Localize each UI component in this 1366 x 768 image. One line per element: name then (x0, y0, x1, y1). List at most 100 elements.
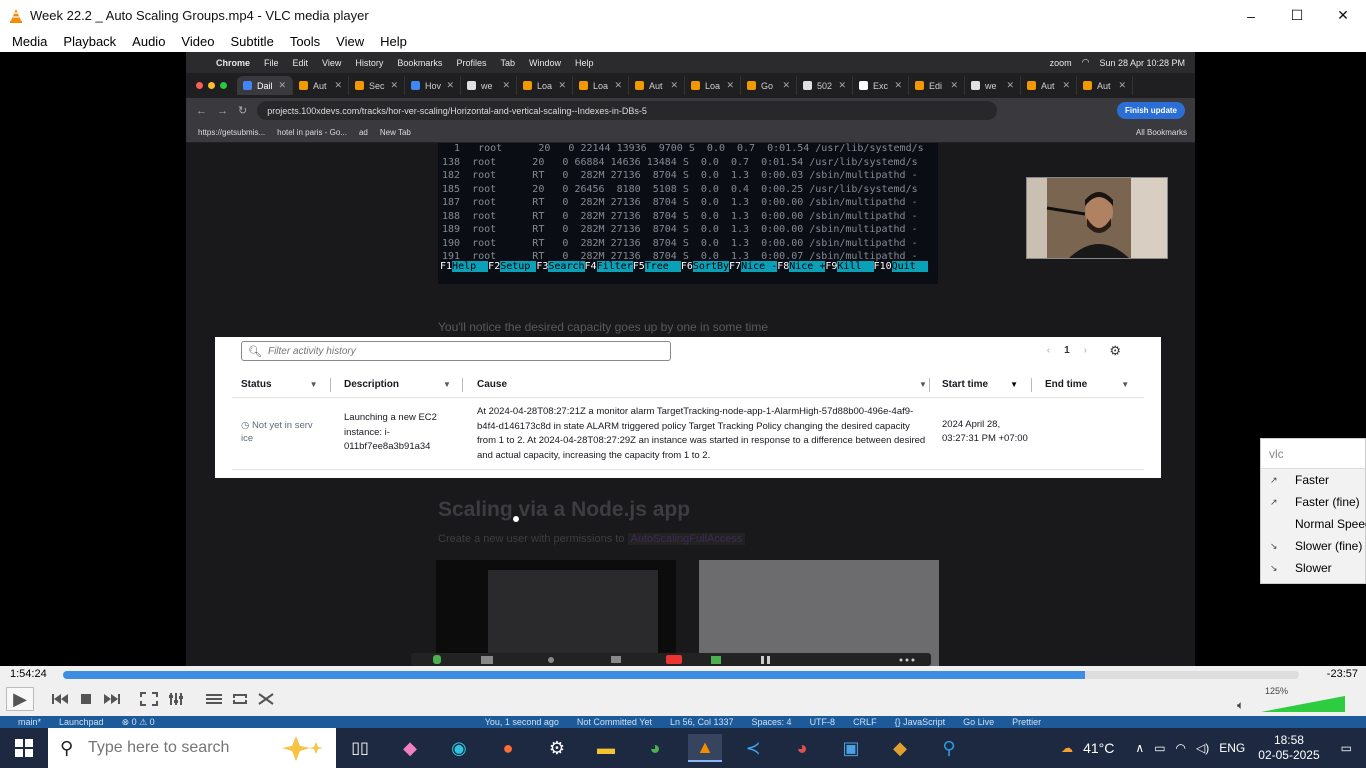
chrome-profile-icon[interactable]: ◕ (787, 734, 817, 762)
file-explorer-icon[interactable]: ▬ (591, 734, 621, 762)
close-button[interactable]: ✕ (1320, 0, 1366, 31)
clock[interactable]: 18:58 02-05-2025 (1258, 733, 1319, 763)
maximize-button[interactable]: ☐ (1274, 0, 1320, 31)
menu-subtitle[interactable]: Subtitle (222, 34, 281, 49)
taskbar-search[interactable]: ⚲ (48, 728, 336, 768)
play-button[interactable]: ▶ (6, 687, 34, 711)
tab-close-icon[interactable]: ✕ (446, 80, 454, 91)
col-description[interactable]: Description ▼ (344, 379, 451, 390)
menu-view[interactable]: View (328, 34, 372, 49)
tab-close-icon[interactable]: ✕ (950, 80, 958, 91)
chrome-tab[interactable]: Exc ✕ (853, 76, 909, 95)
chevron-up-icon[interactable]: ∧ (1135, 741, 1144, 755)
col-end-time[interactable]: End time ▼ (1045, 379, 1129, 390)
gear-icon[interactable]: ⚙ (1109, 343, 1121, 359)
taskbar-search-input[interactable] (88, 739, 288, 757)
language-indicator[interactable]: ENG (1219, 741, 1245, 755)
minimize-button[interactable]: – (1228, 0, 1274, 31)
chrome-tab[interactable]: we ✕ (965, 76, 1021, 95)
tab-close-icon[interactable]: ✕ (726, 80, 734, 91)
activity-filter[interactable]: 🔍︎ (241, 341, 671, 361)
tab-close-icon[interactable]: ✕ (894, 80, 902, 91)
tab-close-icon[interactable]: ✕ (1006, 80, 1014, 91)
tab-close-icon[interactable]: ✕ (670, 80, 678, 91)
weather-temp[interactable]: 41°C (1083, 740, 1114, 756)
tab-close-icon[interactable]: ✕ (558, 80, 566, 91)
next-icon[interactable] (100, 687, 124, 711)
chrome-tab[interactable]: Sec ✕ (349, 76, 405, 95)
tab-close-icon[interactable]: ✕ (838, 80, 846, 91)
speed-menu-search[interactable]: vlc (1261, 439, 1365, 469)
menu-playback[interactable]: Playback (55, 34, 124, 49)
menu-help[interactable]: Help (372, 34, 415, 49)
weather-icon[interactable]: ☁ (1061, 741, 1073, 755)
chrome-tab[interactable]: Dail ✕ (237, 76, 293, 95)
chrome-tab[interactable]: Aut ✕ (293, 76, 349, 95)
col-cause[interactable]: Cause ▼ (477, 379, 927, 390)
shuffle-icon[interactable] (254, 687, 278, 711)
tab-close-icon[interactable]: ✕ (782, 80, 790, 91)
tab-close-icon[interactable]: ✕ (1062, 80, 1070, 91)
menu-audio[interactable]: Audio (124, 34, 173, 49)
chrome-tab[interactable]: 502 ✕ (797, 76, 853, 95)
back-icon[interactable]: ← (196, 105, 207, 117)
bookmark-new-tab[interactable]: New Tab (380, 128, 411, 137)
tab-close-icon[interactable]: ✕ (614, 80, 622, 91)
speed-faster-fine[interactable]: ↗ Faster (fine) (1261, 491, 1365, 513)
menu-tools[interactable]: Tools (282, 34, 328, 49)
speed-normal[interactable]: Normal Speed (1261, 513, 1366, 535)
volume-icon[interactable]: ◁) (1196, 741, 1209, 755)
bookmark-ad[interactable]: ad (359, 128, 368, 137)
tab-close-icon[interactable]: ✕ (334, 80, 342, 91)
chrome-tab[interactable]: Hov ✕ (405, 76, 461, 95)
loop-icon[interactable] (228, 687, 252, 711)
menu-video[interactable]: Video (173, 34, 222, 49)
wifi-icon[interactable]: ◠ (1176, 741, 1186, 755)
chrome-tab[interactable]: Loa ✕ (573, 76, 629, 95)
seek-bar[interactable] (63, 671, 1299, 679)
video-area[interactable]: Chrome File Edit View History Bookmarks … (0, 52, 1366, 666)
chrome-tab[interactable]: we ✕ (461, 76, 517, 95)
volume-slider[interactable] (1261, 696, 1345, 712)
tab-close-icon[interactable]: ✕ (278, 80, 286, 91)
speed-slower[interactable]: ↘ Slower (1261, 557, 1365, 579)
all-bookmarks[interactable]: All Bookmarks (1136, 128, 1187, 137)
terminal-app-icon[interactable]: ⚲ (934, 734, 964, 762)
speaker-icon[interactable]: 🔈︎ (1237, 698, 1244, 713)
previous-icon[interactable] (48, 687, 72, 711)
edge-icon[interactable]: ◉ (444, 734, 474, 762)
vscode-icon[interactable]: ≺ (738, 734, 768, 762)
bookmark-getsubmis[interactable]: https://getsubmis... (198, 128, 265, 137)
speed-faster[interactable]: ↗ Faster (1261, 469, 1365, 491)
elapsed-time[interactable]: 1:54:24 (10, 668, 47, 680)
tab-close-icon[interactable]: ✕ (1118, 80, 1126, 91)
fullscreen-icon[interactable] (137, 687, 161, 711)
stop-icon[interactable] (76, 687, 96, 711)
chrome-tab[interactable]: Aut ✕ (1077, 76, 1133, 95)
bookmark-hotel[interactable]: hotel in paris - Go... (277, 128, 347, 137)
chrome-icon[interactable]: ◕ (640, 734, 670, 762)
col-status[interactable]: Status ▼ (241, 379, 317, 390)
extended-settings-icon[interactable] (164, 687, 188, 711)
copilot-icon[interactable]: ◆ (395, 734, 425, 762)
playlist-icon[interactable] (202, 687, 226, 711)
git-icon[interactable]: ◆ (885, 734, 915, 762)
forward-icon[interactable]: → (217, 105, 228, 117)
chrome-tab[interactable]: Go ✕ (741, 76, 797, 95)
prev-page-icon[interactable]: ‹ (1047, 345, 1050, 356)
chrome-tab[interactable]: Loa ✕ (685, 76, 741, 95)
remote-desktop-icon[interactable]: ▣ (836, 734, 866, 762)
col-start-time[interactable]: Start time ▼ (942, 379, 1018, 390)
task-view-icon[interactable]: ▯▯ (345, 734, 375, 762)
windows-start-button[interactable] (0, 728, 48, 768)
finish-update-button[interactable]: Finish update (1117, 102, 1185, 119)
speed-slower-fine[interactable]: ↘ Slower (fine) (1261, 535, 1365, 557)
battery-icon[interactable]: ▭ (1154, 741, 1165, 755)
notification-icon[interactable]: ▭ (1341, 741, 1352, 755)
chrome-tab[interactable]: Aut ✕ (629, 76, 685, 95)
filter-input[interactable] (267, 345, 648, 357)
chrome-tab[interactable]: Loa ✕ (517, 76, 573, 95)
settings-gear-icon[interactable]: ⚙ (542, 734, 572, 762)
menu-media[interactable]: Media (4, 34, 55, 49)
url-bar[interactable]: projects.100xdevs.com/tracks/hor-ver-sca… (257, 101, 998, 120)
